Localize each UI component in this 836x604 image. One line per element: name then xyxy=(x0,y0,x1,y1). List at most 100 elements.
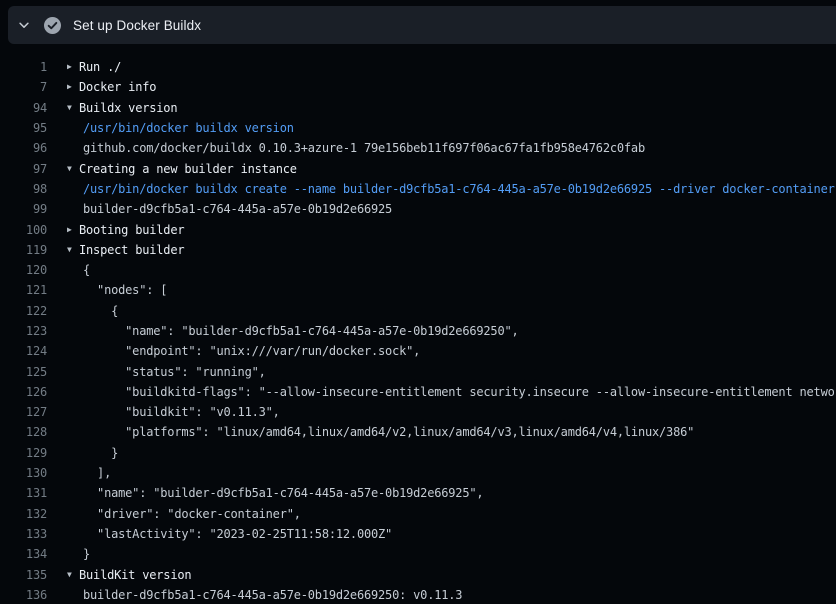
line-number-link[interactable]: 135 xyxy=(0,568,47,582)
log-text-wrap: "nodes": [ xyxy=(83,283,167,297)
line-number-link[interactable]: 96 xyxy=(0,141,47,155)
line-number-link[interactable]: 123 xyxy=(0,324,47,338)
line-number-link[interactable]: 1 xyxy=(0,60,47,74)
triangle-expanded-icon: ▼ xyxy=(67,246,79,254)
output-text: } xyxy=(83,547,90,561)
line-number-link[interactable]: 126 xyxy=(0,385,47,399)
group-toggle[interactable]: ▼Creating a new builder instance xyxy=(67,162,297,176)
group-title: Creating a new builder instance xyxy=(79,162,297,176)
line-number-link[interactable]: 98 xyxy=(0,182,47,196)
log-line-row: 99 builder-d9cfb5a1-c764-445a-a57e-0b19d2… xyxy=(0,199,836,219)
step-success-icon xyxy=(44,17,61,34)
log-text-wrap: ], xyxy=(83,466,111,480)
log-line-row: 127 "buildkit": "v0.11.3", xyxy=(0,402,836,422)
collapse-step-button[interactable] xyxy=(12,13,36,37)
log-text-wrap: "status": "running", xyxy=(83,365,266,379)
output-text: ], xyxy=(83,466,111,480)
output-text: github.com/docker/buildx 0.10.3+azure-1 … xyxy=(83,141,645,155)
log-line-row: 133 "lastActivity": "2023-02-25T11:58:12… xyxy=(0,524,836,544)
line-number-link[interactable]: 128 xyxy=(0,425,47,439)
log-line-row: 120 { xyxy=(0,260,836,280)
line-number-link[interactable]: 99 xyxy=(0,202,47,216)
group-title: Run ./ xyxy=(79,60,121,74)
output-text: { xyxy=(83,304,118,318)
output-text: builder-d9cfb5a1-c764-445a-a57e-0b19d2e6… xyxy=(83,202,392,216)
output-text: "nodes": [ xyxy=(83,283,167,297)
triangle-collapsed-icon: ▶ xyxy=(67,226,79,234)
log-text-wrap: "endpoint": "unix:///var/run/docker.sock… xyxy=(83,344,420,358)
log-text-wrap: "lastActivity": "2023-02-25T11:58:12.000… xyxy=(83,527,392,541)
log-group-row[interactable]: 135 ▼BuildKit version xyxy=(0,564,836,584)
triangle-collapsed-icon: ▶ xyxy=(67,83,79,91)
group-toggle[interactable]: ▼Buildx version xyxy=(67,101,177,115)
log-line-row: 124 "endpoint": "unix:///var/run/docker.… xyxy=(0,341,836,361)
log-line-row: 130 ], xyxy=(0,463,836,483)
line-number-link[interactable]: 133 xyxy=(0,527,47,541)
line-number-link[interactable]: 125 xyxy=(0,365,47,379)
step-header[interactable]: Set up Docker Buildx xyxy=(8,6,836,44)
log-group-row[interactable]: 7 ▶Docker info xyxy=(0,77,836,97)
line-number-link[interactable]: 100 xyxy=(0,223,47,237)
log-text-wrap: github.com/docker/buildx 0.10.3+azure-1 … xyxy=(83,141,645,155)
output-text: "platforms": "linux/amd64,linux/amd64/v2… xyxy=(83,425,694,439)
line-number-link[interactable]: 131 xyxy=(0,486,47,500)
log-text-wrap: } xyxy=(83,446,118,460)
line-number-link[interactable]: 130 xyxy=(0,466,47,480)
log-line-row: 129 } xyxy=(0,443,836,463)
line-number-link[interactable]: 94 xyxy=(0,101,47,115)
log-line-row: 95/usr/bin/docker buildx version xyxy=(0,118,836,138)
group-toggle[interactable]: ▶Run ./ xyxy=(67,60,121,74)
log-text-wrap: builder-d9cfb5a1-c764-445a-a57e-0b19d2e6… xyxy=(83,588,462,602)
log-line-row: 122 { xyxy=(0,301,836,321)
line-number-link[interactable]: 136 xyxy=(0,588,47,602)
command-text: /usr/bin/docker buildx create --name bui… xyxy=(83,182,835,196)
log-line-row: 136 builder-d9cfb5a1-c764-445a-a57e-0b19d… xyxy=(0,585,836,604)
log-line-row: 98/usr/bin/docker buildx create --name b… xyxy=(0,179,836,199)
line-number-link[interactable]: 97 xyxy=(0,162,47,176)
log-text-wrap: "name": "builder-d9cfb5a1-c764-445a-a57e… xyxy=(83,324,519,338)
group-toggle[interactable]: ▼BuildKit version xyxy=(67,568,191,582)
log-group-row[interactable]: 100 ▶Booting builder xyxy=(0,219,836,239)
log-line-row: 121 "nodes": [ xyxy=(0,280,836,300)
group-title: Booting builder xyxy=(79,223,184,237)
log-text-wrap: "name": "builder-d9cfb5a1-c764-445a-a57e… xyxy=(83,486,483,500)
line-number-link[interactable]: 7 xyxy=(0,80,47,94)
line-number-link[interactable]: 129 xyxy=(0,446,47,460)
triangle-collapsed-icon: ▶ xyxy=(67,63,79,71)
line-number-link[interactable]: 134 xyxy=(0,547,47,561)
line-number-link[interactable]: 132 xyxy=(0,507,47,521)
group-toggle[interactable]: ▶Docker info xyxy=(67,80,156,94)
log-group-row[interactable]: 119 ▼Inspect builder xyxy=(0,240,836,260)
log-text-wrap: } xyxy=(83,547,90,561)
log-line-row: 96 github.com/docker/buildx 0.10.3+azure-… xyxy=(0,138,836,158)
output-text: "driver": "docker-container", xyxy=(83,507,301,521)
log-group-row[interactable]: 97 ▼Creating a new builder instance xyxy=(0,158,836,178)
log-line-row: 131 "name": "builder-d9cfb5a1-c764-445a-… xyxy=(0,483,836,503)
triangle-expanded-icon: ▼ xyxy=(67,104,79,112)
command-text: /usr/bin/docker buildx version xyxy=(83,121,294,135)
log-group-row[interactable]: 1 ▶Run ./ xyxy=(0,57,836,77)
line-number-link[interactable]: 124 xyxy=(0,344,47,358)
line-number-link[interactable]: 95 xyxy=(0,121,47,135)
group-title: Docker info xyxy=(79,80,156,94)
log-text-wrap: /usr/bin/docker buildx create --name bui… xyxy=(83,182,835,196)
line-number-link[interactable]: 120 xyxy=(0,263,47,277)
line-number-link[interactable]: 121 xyxy=(0,283,47,297)
log-line-row: 128 "platforms": "linux/amd64,linux/amd6… xyxy=(0,422,836,442)
log-text-wrap: "buildkit": "v0.11.3", xyxy=(83,405,280,419)
log-line-row: 123 "name": "builder-d9cfb5a1-c764-445a-… xyxy=(0,321,836,341)
triangle-expanded-icon: ▼ xyxy=(67,165,79,173)
group-toggle[interactable]: ▼Inspect builder xyxy=(67,243,184,257)
group-toggle[interactable]: ▶Booting builder xyxy=(67,223,184,237)
chevron-down-icon xyxy=(17,18,31,32)
line-number-link[interactable]: 122 xyxy=(0,304,47,318)
log-text-wrap: "platforms": "linux/amd64,linux/amd64/v2… xyxy=(83,425,694,439)
log-text-wrap: { xyxy=(83,263,90,277)
log-line-row: 134} xyxy=(0,544,836,564)
line-number-link[interactable]: 119 xyxy=(0,243,47,257)
log-group-row[interactable]: 94 ▼Buildx version xyxy=(0,98,836,118)
log-text-wrap: { xyxy=(83,304,118,318)
step-title: Set up Docker Buildx xyxy=(73,18,201,33)
line-number-link[interactable]: 127 xyxy=(0,405,47,419)
group-title: Inspect builder xyxy=(79,243,184,257)
